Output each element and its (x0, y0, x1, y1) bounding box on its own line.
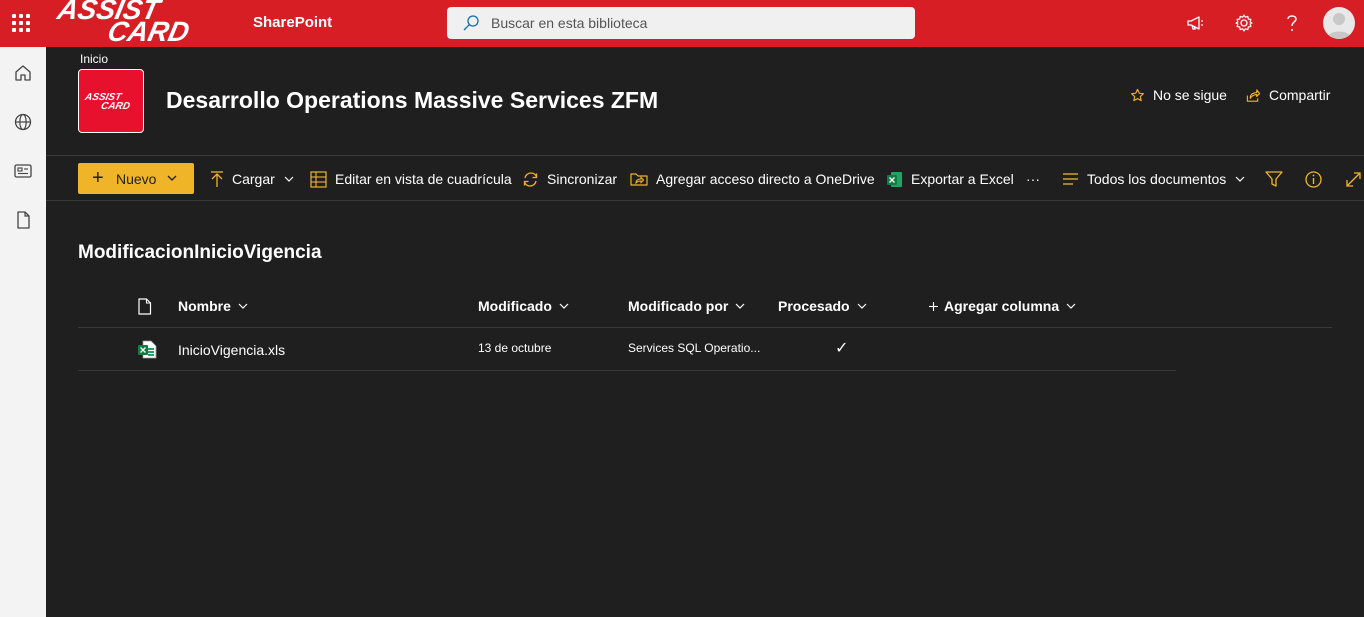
grid-icon (310, 170, 327, 188)
name-column-label: Nombre (178, 298, 231, 314)
chevron-down-icon (559, 303, 569, 309)
app-name-link[interactable]: SharePoint (253, 14, 332, 31)
chevron-down-icon (857, 303, 867, 309)
more-icon: ··· (1026, 171, 1040, 187)
library-title: ModificacionInicioVigencia (78, 242, 322, 263)
view-label: Todos los documentos (1087, 171, 1227, 187)
gear-icon[interactable] (1233, 12, 1255, 34)
brand-logo-line2: CARD (104, 16, 193, 47)
search-icon (463, 15, 479, 31)
modified-column-label: Modificado (478, 298, 552, 314)
chevron-down-icon (1235, 176, 1245, 182)
info-button[interactable] (1305, 170, 1330, 188)
search-box[interactable] (447, 7, 915, 39)
modified-column-header[interactable]: Modificado (478, 298, 570, 314)
site-logo[interactable]: ASSIST CARD (78, 69, 144, 133)
name-column-header[interactable]: Nombre (178, 298, 249, 314)
follow-button[interactable]: No se sigue (1130, 86, 1227, 104)
plus-icon (929, 301, 938, 311)
export-excel-button[interactable]: Exportar a Excel (886, 170, 1014, 188)
share-label: Compartir (1269, 87, 1331, 103)
view-switcher[interactable]: Todos los documentos (1062, 170, 1246, 188)
onedrive-label: Agregar acceso directo a OneDrive (656, 171, 875, 187)
sync-label: Sincronizar (547, 171, 618, 187)
expand-icon (1346, 171, 1361, 187)
new-button[interactable]: + Nuevo (78, 163, 194, 194)
file-icon[interactable] (12, 209, 34, 231)
onedrive-shortcut-button[interactable]: Agregar acceso directo a OneDrive (630, 170, 875, 188)
file-name-link[interactable]: InicioVigencia.xls (178, 342, 285, 358)
chevron-down-icon (238, 303, 248, 309)
home-icon[interactable] (12, 62, 34, 84)
excel-icon (887, 171, 902, 187)
star-icon (1131, 88, 1144, 101)
processed-check-icon: ✓ (835, 340, 849, 357)
brand-logo[interactable]: ASSIST CARD (54, 0, 220, 47)
new-label: Nuevo (116, 171, 157, 187)
document-icon (138, 298, 152, 315)
filter-icon (1265, 170, 1283, 187)
edit-grid-label: Editar en vista de cuadrícula (335, 171, 512, 187)
file-type-column-header[interactable] (137, 298, 152, 315)
filter-button[interactable] (1265, 170, 1291, 188)
expand-button[interactable] (1345, 170, 1364, 188)
user-avatar[interactable] (1323, 7, 1355, 39)
upload-button[interactable]: Cargar (210, 170, 295, 188)
site-title: Desarrollo Operations Massive Services Z… (166, 87, 659, 113)
chevron-down-icon (167, 175, 177, 181)
modified-date: 13 de octubre (478, 341, 552, 355)
sync-button[interactable]: Sincronizar (522, 170, 617, 188)
search-input[interactable] (491, 7, 901, 39)
news-icon[interactable] (12, 160, 34, 182)
suite-header: ASSIST CARD SharePoint (0, 0, 1364, 47)
folder-link-icon (630, 173, 648, 186)
share-icon (1246, 88, 1261, 102)
list-view-icon (1063, 173, 1078, 185)
more-commands-button[interactable]: ··· (1026, 170, 1040, 188)
upload-arrow-icon (211, 171, 223, 187)
table-row[interactable]: InicioVigencia.xls 13 de octubre Service… (78, 328, 1176, 371)
globe-icon[interactable] (12, 111, 34, 133)
chevron-down-icon (1066, 303, 1076, 309)
add-column-header[interactable]: Agregar columna (928, 298, 1077, 314)
command-bar: + Nuevo Cargar Editar en vista de cuadrí… (46, 155, 1364, 201)
info-icon (1305, 170, 1322, 188)
processed-column-label: Procesado (778, 298, 850, 314)
share-button[interactable]: Compartir (1245, 86, 1330, 104)
excel-file-icon (138, 340, 157, 359)
follow-label: No se sigue (1153, 87, 1227, 103)
export-excel-label: Exportar a Excel (911, 171, 1014, 187)
modified-by-name[interactable]: Services SQL Operatio... (628, 341, 760, 355)
app-launcher-icon[interactable] (12, 14, 30, 32)
add-column-label: Agregar columna (944, 298, 1060, 314)
help-icon[interactable] (1281, 12, 1303, 34)
modified-by-column-header[interactable]: Modificado por (628, 298, 746, 314)
chevron-down-icon (284, 176, 294, 182)
upload-label: Cargar (232, 171, 275, 187)
chevron-down-icon (735, 303, 745, 309)
megaphone-icon[interactable] (1185, 12, 1207, 34)
plus-icon: + (92, 167, 104, 189)
person-icon (1327, 13, 1351, 39)
edit-grid-button[interactable]: Editar en vista de cuadrícula (310, 170, 512, 188)
site-logo-line2: CARD (99, 101, 132, 112)
processed-column-header[interactable]: Procesado (778, 298, 868, 314)
sync-icon (523, 171, 538, 187)
breadcrumb-home[interactable]: Inicio (80, 52, 108, 66)
modified-by-column-label: Modificado por (628, 298, 729, 314)
left-app-bar (0, 47, 46, 617)
